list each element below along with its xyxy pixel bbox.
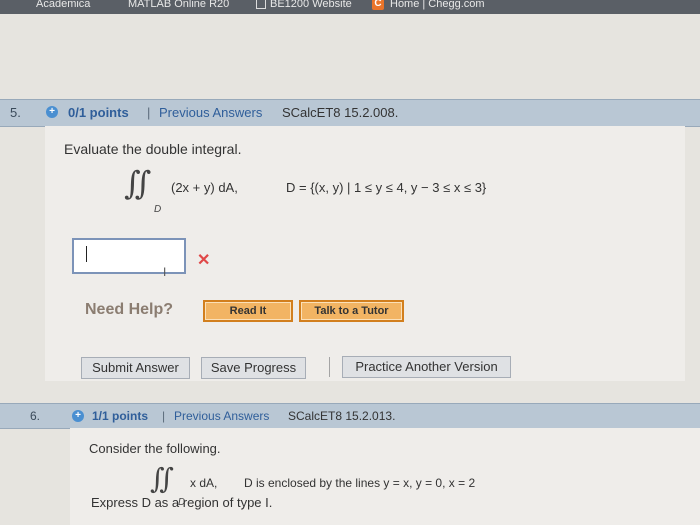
double-integral-symbol: ∬ bbox=[150, 462, 174, 495]
question-6-header: 6. + 1/1 points | Previous Answers SCalc… bbox=[0, 403, 700, 429]
question-number: 6. bbox=[30, 409, 41, 423]
points-label: 1/1 points bbox=[92, 409, 149, 423]
bookmark-page-icon bbox=[256, 0, 266, 10]
question-number: 5. bbox=[10, 105, 21, 120]
integrand: (2x + y) dA, bbox=[171, 180, 238, 195]
plus-circle-icon[interactable]: + bbox=[46, 106, 58, 118]
separator: | bbox=[147, 105, 151, 120]
double-integral-symbol: ∬ bbox=[124, 164, 152, 202]
text-caret bbox=[86, 246, 87, 262]
button-divider bbox=[329, 357, 330, 377]
question-prompt: Evaluate the double integral. bbox=[64, 141, 242, 157]
previous-answers-link[interactable]: Previous Answers bbox=[159, 105, 262, 120]
webassign-page: 5. + 0/1 points | Previous Answers SCalc… bbox=[0, 14, 700, 525]
bookmark-label: Home | Chegg.com bbox=[390, 0, 485, 10]
submit-answer-button[interactable]: Submit Answer bbox=[81, 357, 190, 379]
save-progress-button[interactable]: Save Progress bbox=[201, 357, 306, 379]
question-reference: SCalcET8 15.2.013. bbox=[288, 409, 396, 423]
bookmark-label: MATLAB Online R20 bbox=[128, 0, 230, 10]
points-label: 0/1 points bbox=[68, 105, 129, 120]
question-prompt: Consider the following. bbox=[89, 441, 221, 456]
plus-circle-icon[interactable]: + bbox=[72, 410, 84, 422]
bookmarks-bar: Academica MATLAB Online R20 BE1200 Websi… bbox=[0, 0, 700, 14]
read-it-button[interactable]: Read It bbox=[203, 300, 293, 322]
talk-to-tutor-button[interactable]: Talk to a Tutor bbox=[299, 300, 404, 322]
bookmark-academica[interactable]: Academica bbox=[36, 0, 90, 10]
x-mark-icon: ✕ bbox=[197, 252, 211, 269]
bookmark-matlab[interactable]: MATLAB Online R20 bbox=[128, 0, 229, 10]
mouse-cursor-icon: I bbox=[163, 265, 167, 279]
chegg-icon: C bbox=[372, 0, 384, 11]
previous-answers-link[interactable]: Previous Answers bbox=[174, 409, 269, 423]
bookmark-label: Academica bbox=[36, 0, 91, 10]
bookmark-label: BE1200 Website bbox=[270, 0, 352, 10]
integral-domain: D bbox=[154, 204, 162, 215]
type-prompt: Express D as a region of type I. bbox=[91, 495, 273, 510]
bookmark-be1200[interactable]: BE1200 Website bbox=[256, 0, 352, 10]
need-help-label: Need Help? bbox=[85, 301, 174, 318]
answer-input[interactable] bbox=[72, 238, 186, 274]
integrand: x dA, bbox=[190, 476, 218, 490]
region-definition: D is enclosed by the lines y = x, y = 0,… bbox=[244, 476, 476, 490]
question-reference: SCalcET8 15.2.008. bbox=[282, 105, 399, 120]
question-5-header: 5. + 0/1 points | Previous Answers SCalc… bbox=[0, 99, 700, 127]
practice-another-version-button[interactable]: Practice Another Version bbox=[342, 356, 511, 378]
separator: | bbox=[162, 409, 166, 423]
region-definition: D = {(x, y) | 1 ≤ y ≤ 4, y − 3 ≤ x ≤ 3} bbox=[286, 180, 487, 195]
bookmark-chegg[interactable]: C Home | Chegg.com bbox=[372, 0, 485, 11]
